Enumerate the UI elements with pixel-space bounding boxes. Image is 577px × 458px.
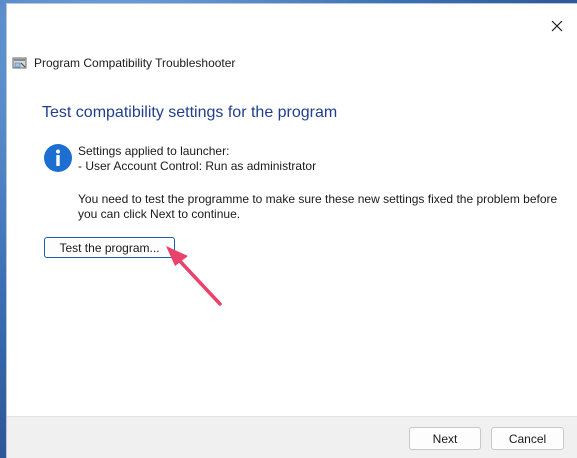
window-title: Program Compatibility Troubleshooter (34, 56, 236, 70)
info-icon (44, 144, 72, 172)
dialog-footer: Next Cancel (7, 416, 577, 458)
window-titlebar: Program Compatibility Troubleshooter (12, 54, 235, 72)
settings-value: - User Account Control: Run as administr… (78, 159, 317, 173)
close-button[interactable] (545, 14, 569, 38)
cancel-button[interactable]: Cancel (491, 427, 564, 450)
page-heading: Test compatibility settings for the prog… (42, 104, 338, 121)
troubleshooter-icon (12, 57, 27, 69)
settings-label: Settings applied to launcher: (78, 144, 230, 158)
troubleshooter-window: Program Compatibility Troubleshooter Tes… (6, 3, 577, 458)
close-icon (551, 20, 563, 32)
instruction-text: You need to test the programme to make s… (78, 192, 558, 221)
next-button[interactable]: Next (409, 427, 481, 450)
test-program-button[interactable]: Test the program... (44, 237, 175, 258)
